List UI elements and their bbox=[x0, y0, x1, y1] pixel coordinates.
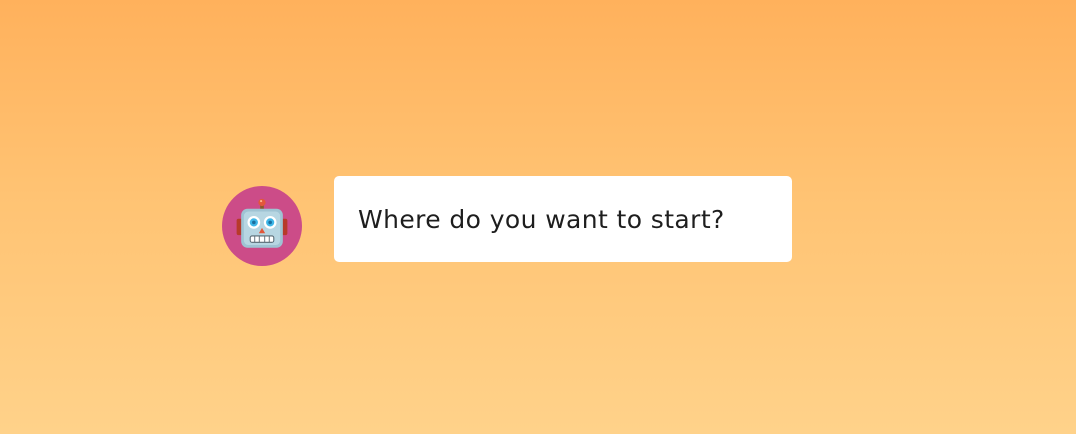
chat-bubble: Where do you want to start? bbox=[334, 176, 792, 262]
bot-avatar bbox=[222, 186, 302, 266]
robot-face-icon bbox=[236, 198, 288, 248]
chat-message-text: Where do you want to start? bbox=[358, 204, 725, 234]
